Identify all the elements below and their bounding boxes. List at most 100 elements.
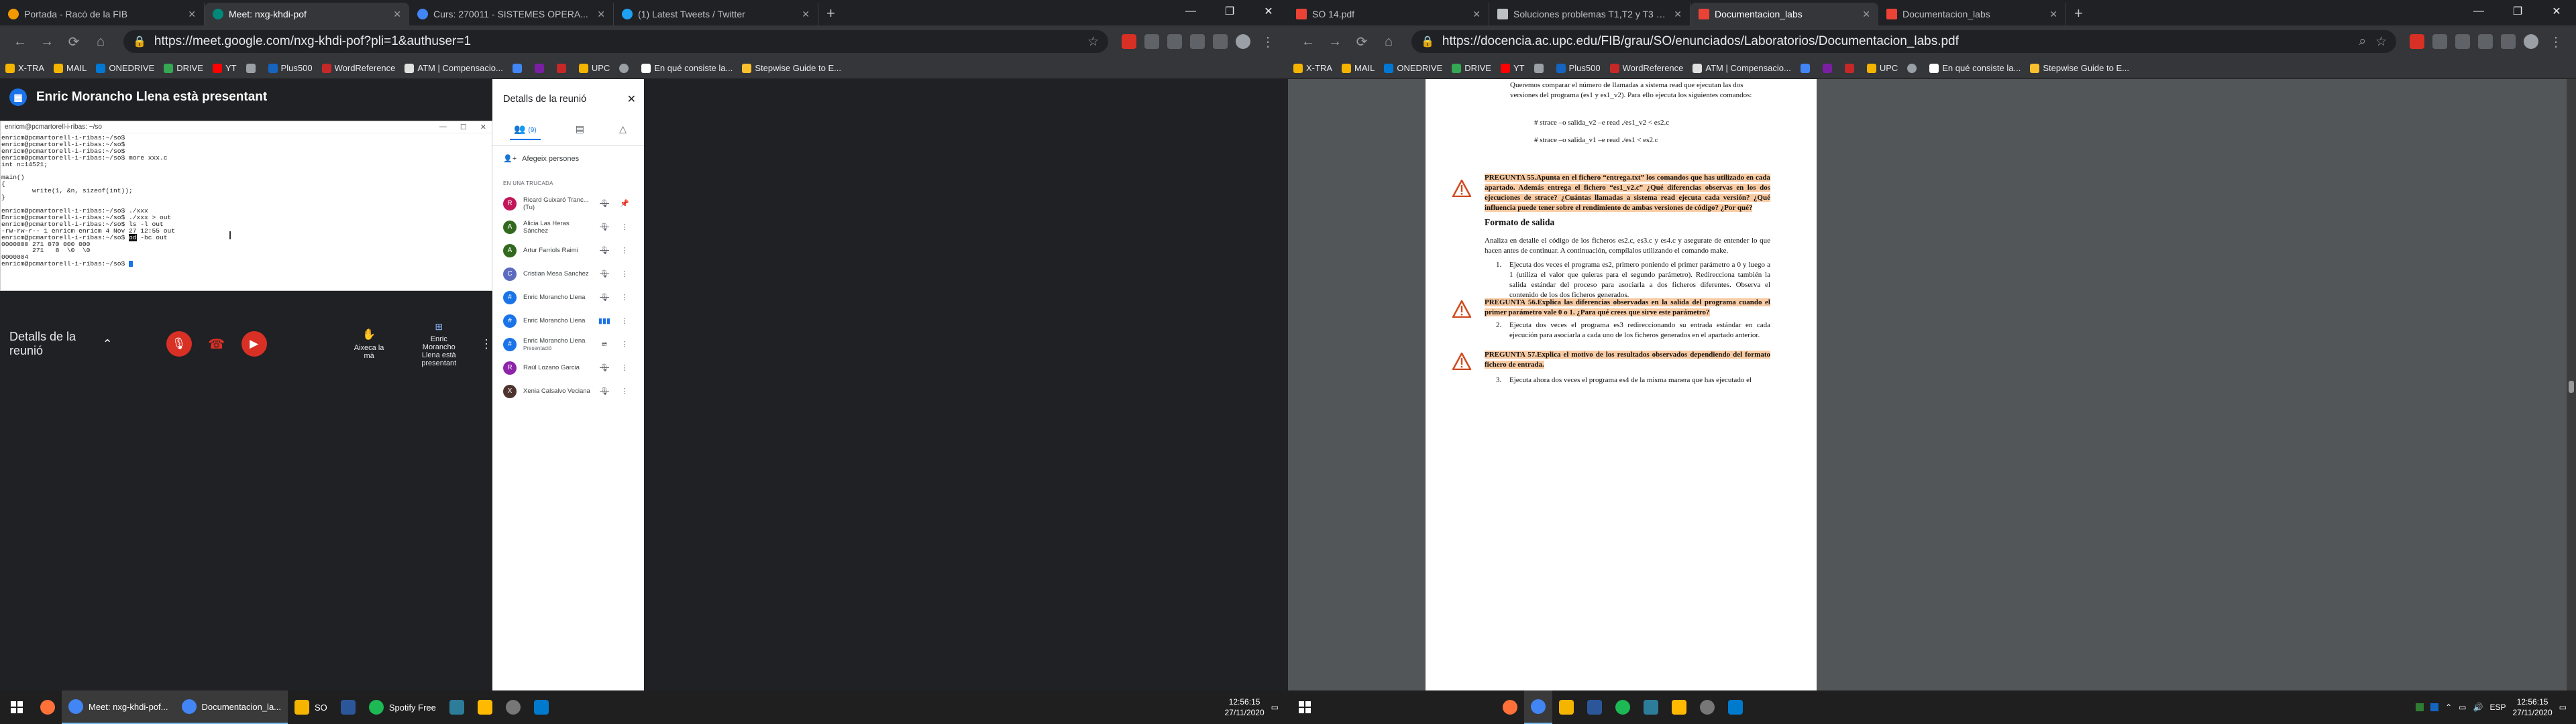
pdf-viewer[interactable]: Queremos comparar el número de llamadas … <box>1288 79 2576 690</box>
clock[interactable]: 12:56:15 27/11/2020 <box>2512 697 2552 718</box>
pin-icon[interactable]: 📌 <box>614 199 635 208</box>
more-options-icon[interactable]: ⋮ <box>614 269 635 278</box>
bookmark[interactable]: Stepwise Guide to E... <box>2030 63 2129 73</box>
more-options-icon[interactable]: ⋮ <box>614 316 635 325</box>
close-tab-icon[interactable]: ✕ <box>1674 9 1682 20</box>
extension-icon[interactable] <box>2455 34 2470 49</box>
bookmark[interactable]: UPC <box>578 63 610 73</box>
network-icon[interactable]: ▭ <box>2459 703 2466 712</box>
browser-tab-active[interactable]: Documentacion_labs ✕ <box>1690 3 1878 25</box>
hang-up-button[interactable]: ☎ <box>204 331 229 357</box>
taskbar-app[interactable] <box>1552 690 1580 724</box>
scrollbar-thumb[interactable] <box>2569 381 2574 393</box>
taskbar-app[interactable] <box>527 690 555 724</box>
zoom-icon[interactable]: ⌕ <box>2359 34 2366 49</box>
close-tab-icon[interactable]: ✕ <box>1862 9 1870 20</box>
notification-icon[interactable]: ▭ <box>1271 703 1279 712</box>
volume-icon[interactable]: 🔊 <box>2473 703 2483 712</box>
bookmark[interactable]: En qué consiste la... <box>1929 63 2021 73</box>
participant-row[interactable]: X Xenia Calsalvo Veciana 🎙 ⋮ <box>492 379 644 403</box>
participant-row[interactable]: C Cristian Mesa Sanchez 🎙 ⋮ <box>492 262 644 286</box>
forward-icon[interactable]: → <box>34 34 60 50</box>
participant-row[interactable]: # Enric Morancho Llena Presentació ⧄ ⋮ <box>492 333 644 356</box>
bookmark[interactable]: X-TRA <box>1293 63 1332 73</box>
taskbar-app[interactable] <box>1721 690 1750 724</box>
browser-tab[interactable]: Portada - Racó de la FIB ✕ <box>0 3 205 25</box>
browser-tab[interactable]: Documentacion_labs ✕ <box>1878 3 2066 25</box>
back-icon[interactable]: ← <box>1295 34 1322 50</box>
star-icon[interactable]: ☆ <box>2375 34 2387 50</box>
extension-icon[interactable] <box>1122 34 1136 49</box>
browser-tab-active[interactable]: Meet: nxg-khdi-pof ✕ <box>205 3 409 25</box>
bookmark[interactable] <box>1907 63 1920 73</box>
profile-avatar-icon[interactable] <box>1236 34 1250 49</box>
taskbar-app[interactable]: Documentacion_la... <box>174 690 288 724</box>
bookmark[interactable]: MAIL <box>1342 63 1375 73</box>
bookmark[interactable]: ONEDRIVE <box>96 63 154 73</box>
bookmark[interactable] <box>1534 63 1547 73</box>
close-tab-icon[interactable]: ✕ <box>597 9 605 20</box>
bookmark[interactable] <box>534 63 547 73</box>
more-options-icon[interactable]: ⋮ <box>480 337 492 351</box>
bookmark[interactable] <box>1822 63 1835 73</box>
close-tab-icon[interactable]: ✕ <box>188 9 196 20</box>
bookmark[interactable]: ONEDRIVE <box>1384 63 1442 73</box>
menu-kebab-icon[interactable]: ⋮ <box>1254 34 1281 50</box>
participant-row[interactable]: R Ricard Guixaró Tranc... (Tu) 🎙 📌 <box>492 192 644 215</box>
taskbar-app[interactable]: SO <box>288 690 334 724</box>
extension-icon[interactable] <box>2432 34 2447 49</box>
bookmark[interactable]: UPC <box>1866 63 1898 73</box>
bookmark[interactable]: ATM | Compensacio... <box>1693 63 1791 73</box>
back-icon[interactable]: ← <box>7 34 34 50</box>
taskbar-app[interactable] <box>1609 690 1637 724</box>
more-options-icon[interactable]: ⋮ <box>614 246 635 255</box>
taskbar-app[interactable] <box>1524 690 1552 724</box>
tab-people[interactable]: 👥 (9) <box>510 123 541 140</box>
bookmark[interactable]: WordReference <box>321 63 395 73</box>
clock[interactable]: 12:56:15 27/11/2020 <box>1224 697 1264 718</box>
close-window-icon[interactable]: ✕ <box>1249 0 1288 23</box>
start-button[interactable] <box>1288 690 1322 724</box>
taskbar-app[interactable] <box>1496 690 1524 724</box>
bookmark[interactable]: ATM | Compensacio... <box>405 63 503 73</box>
new-tab-icon[interactable]: + <box>2066 3 2091 25</box>
forward-icon[interactable]: → <box>1322 34 1348 50</box>
extension-icon[interactable] <box>1213 34 1228 49</box>
maximize-icon[interactable]: ❐ <box>2498 0 2537 23</box>
taskbar-app[interactable]: Meet: nxg-khdi-pof... <box>62 690 175 724</box>
bookmark[interactable] <box>246 63 259 73</box>
camera-off-button[interactable]: ▶ <box>241 331 267 357</box>
close-tab-icon[interactable]: ✕ <box>393 9 401 20</box>
close-panel-icon[interactable]: ✕ <box>627 93 636 106</box>
chevron-up-icon[interactable]: ⌃ <box>2445 703 2452 712</box>
bookmark[interactable]: DRIVE <box>164 63 203 73</box>
present-button[interactable]: ⊞ Enric Morancho Llena està presentant <box>414 321 465 367</box>
more-options-icon[interactable]: ⋮ <box>614 223 635 231</box>
bookmark[interactable]: En qué consiste la... <box>641 63 733 73</box>
meeting-details-toggle[interactable]: Detalls de la reunió ⌃ <box>0 330 113 358</box>
bookmark[interactable]: Plus500 <box>1556 63 1601 73</box>
bookmark[interactable]: Stepwise Guide to E... <box>742 63 841 73</box>
language-indicator[interactable]: ESP <box>2489 703 2506 712</box>
participant-row[interactable]: A Alicia Las Heras Sánchez 🎙 ⋮ <box>492 215 644 239</box>
bookmark[interactable]: YT <box>1500 63 1525 73</box>
bookmark[interactable] <box>1800 63 1813 73</box>
address-bar[interactable]: 🔒 https://meet.google.com/nxg-khdi-pof?pl… <box>123 30 1108 53</box>
bookmark[interactable] <box>1844 63 1858 73</box>
reload-icon[interactable]: ⟳ <box>60 34 87 50</box>
participant-row[interactable]: A Artur Farriols Raimi 🎙 ⋮ <box>492 239 644 262</box>
taskbar-app[interactable] <box>1693 690 1721 724</box>
participant-row[interactable]: # Enric Morancho Llena ▮▮▮ ⋮ <box>492 309 644 333</box>
bookmark[interactable] <box>512 63 525 73</box>
bookmark[interactable] <box>556 63 570 73</box>
pdf-scrollbar[interactable] <box>2567 79 2576 690</box>
home-icon[interactable]: ⌂ <box>87 34 114 50</box>
extension-icon[interactable] <box>2501 34 2516 49</box>
browser-tab[interactable]: Soluciones problemas T1,T2 y T3 - ... ✕ <box>1489 3 1690 25</box>
close-tab-icon[interactable]: ✕ <box>2049 9 2057 20</box>
close-tab-icon[interactable]: ✕ <box>1472 9 1481 20</box>
browser-tab[interactable]: SO 14.pdf ✕ <box>1288 3 1489 25</box>
new-tab-icon[interactable]: + <box>818 3 843 25</box>
taskbar-app[interactable] <box>471 690 499 724</box>
bookmark[interactable]: WordReference <box>1609 63 1683 73</box>
